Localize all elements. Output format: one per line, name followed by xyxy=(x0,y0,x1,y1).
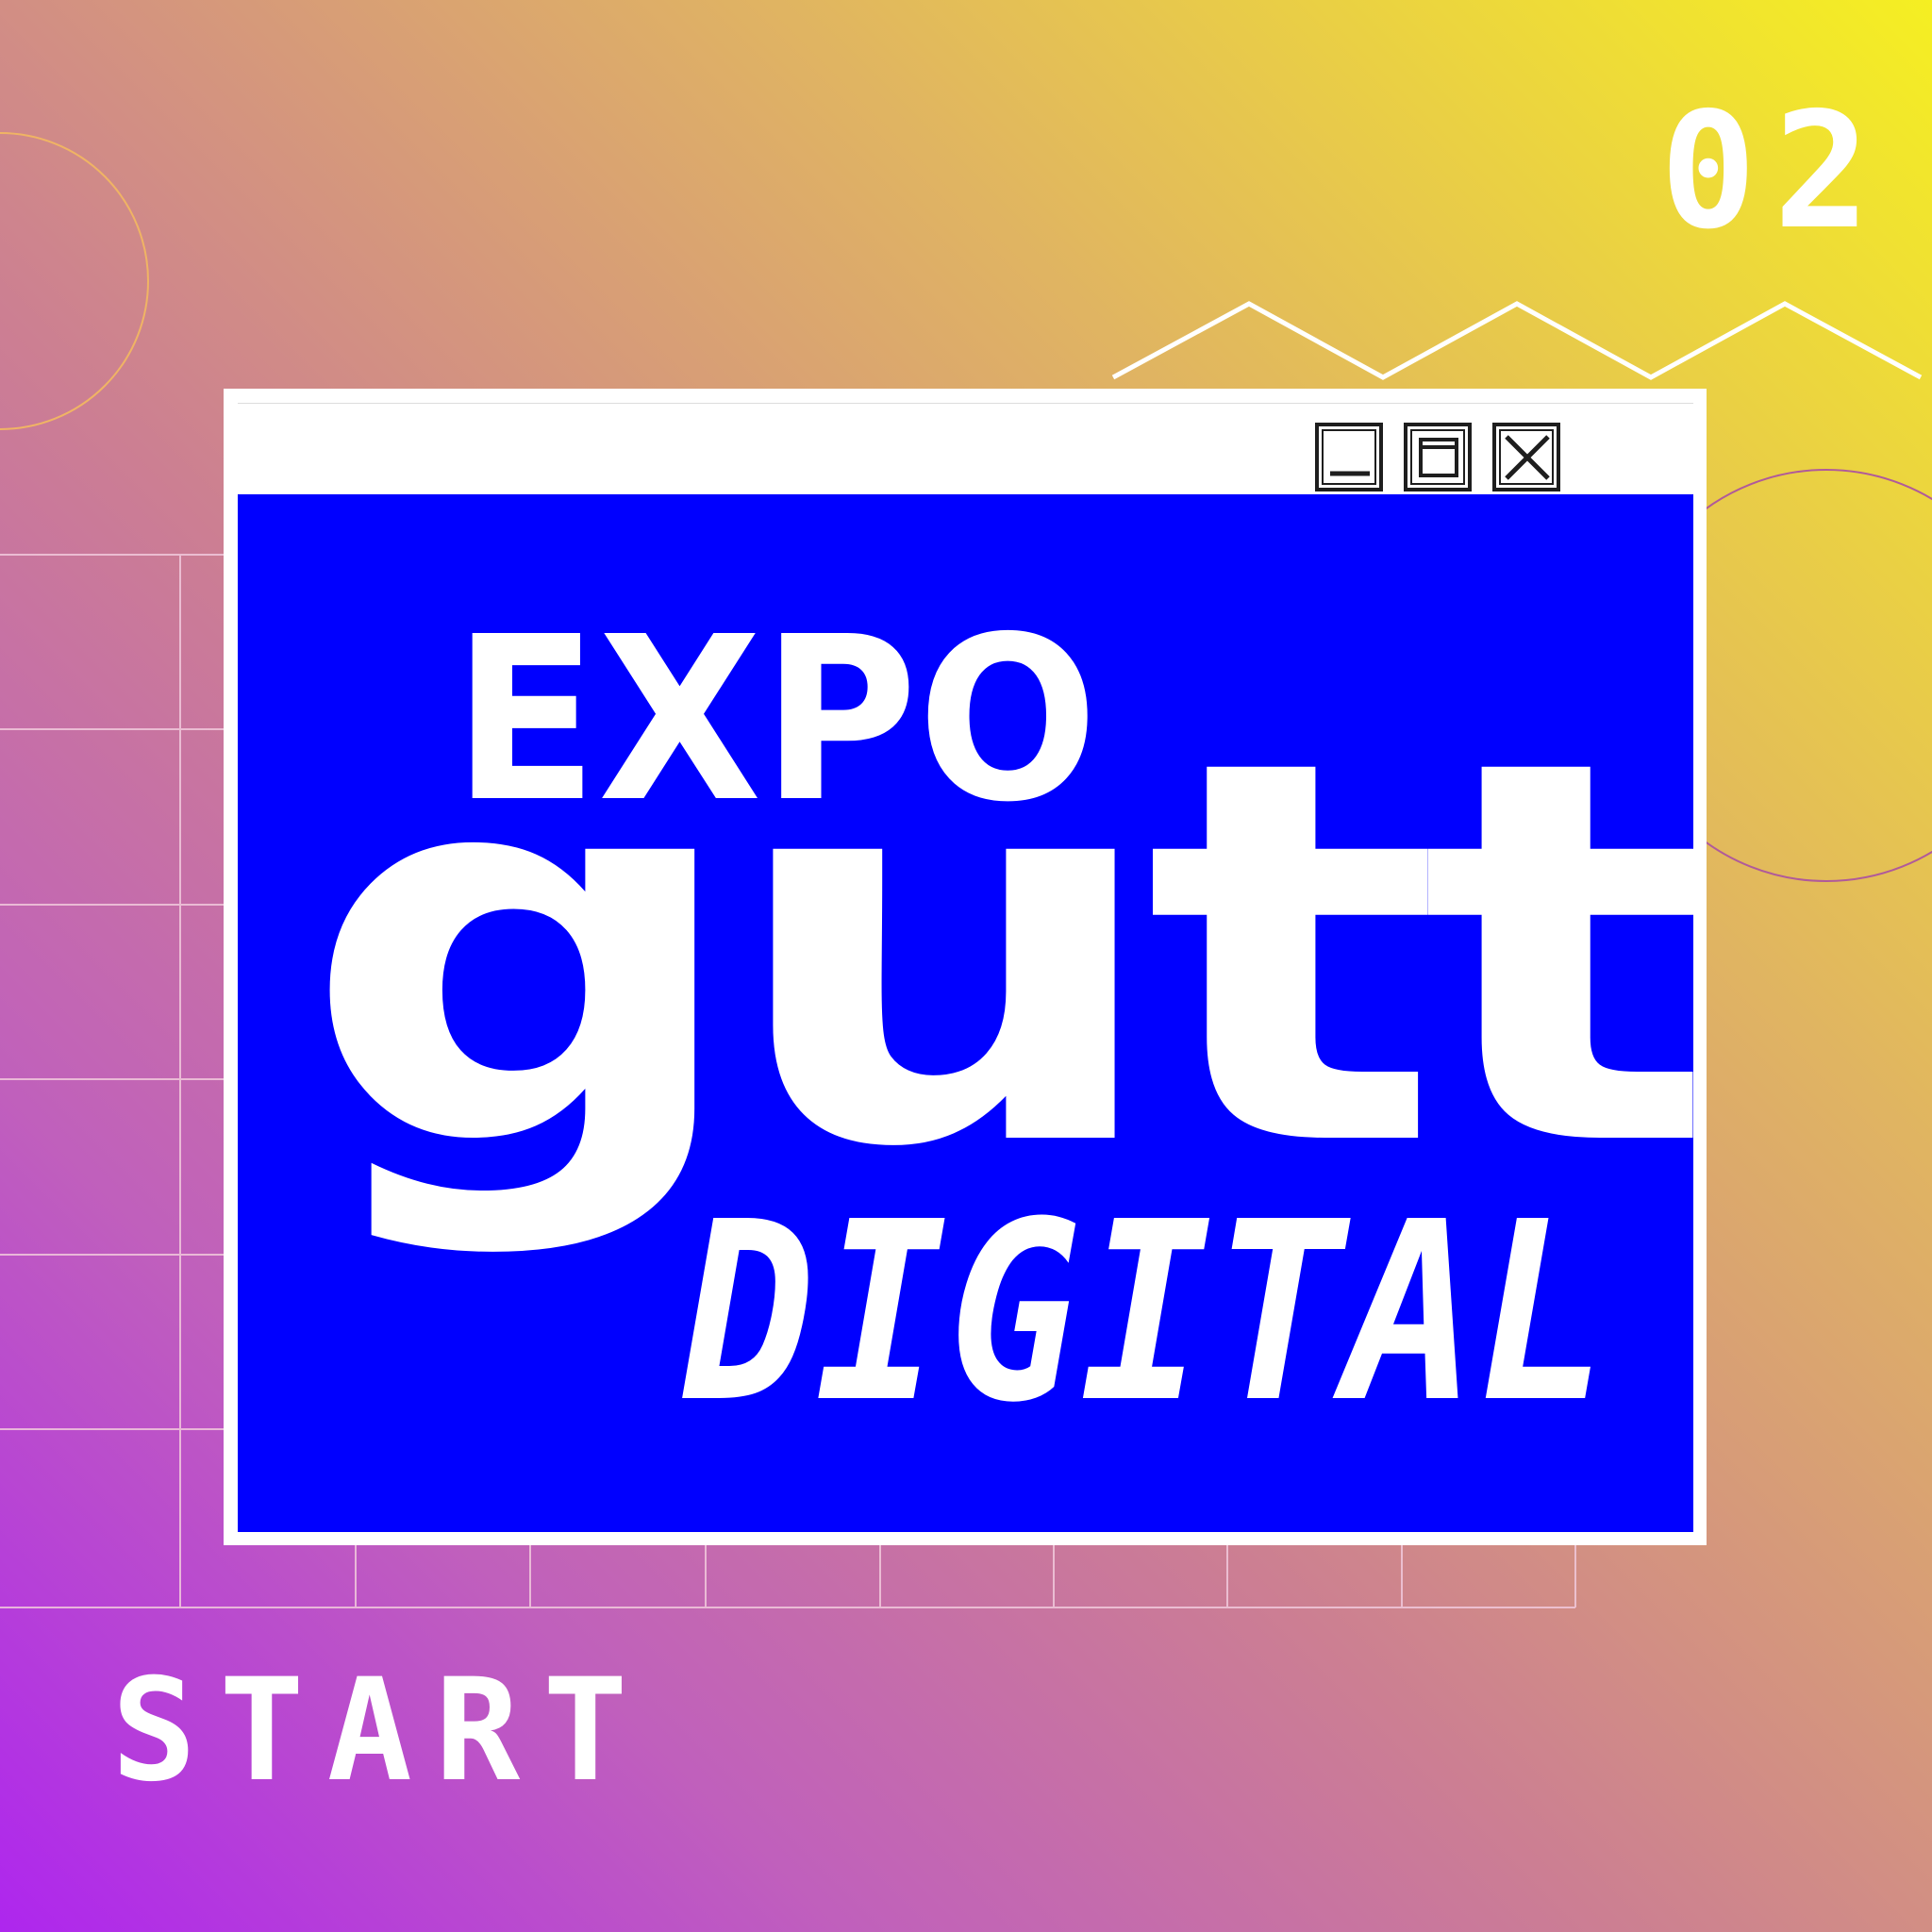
close-button[interactable] xyxy=(1492,423,1560,491)
decorative-circle-left xyxy=(0,132,149,430)
restore-button[interactable] xyxy=(1404,423,1472,491)
minimize-button[interactable] xyxy=(1315,423,1383,491)
window-content: EXPO gutt DIGITAL xyxy=(238,494,1729,1532)
start-label: START xyxy=(111,1649,651,1813)
restore-icon xyxy=(1419,438,1458,477)
logo-digital: DIGITAL xyxy=(679,1169,1609,1457)
minimize-icon xyxy=(1330,471,1370,476)
zigzag-line xyxy=(1111,301,1923,380)
window-titlebar[interactable] xyxy=(238,403,1693,491)
close-icon xyxy=(1505,435,1550,480)
page-number: 02 xyxy=(1660,78,1888,265)
expo-gutt-logo: EXPO gutt DIGITAL xyxy=(302,588,1729,1457)
app-window: EXPO gutt DIGITAL xyxy=(224,389,1729,1545)
